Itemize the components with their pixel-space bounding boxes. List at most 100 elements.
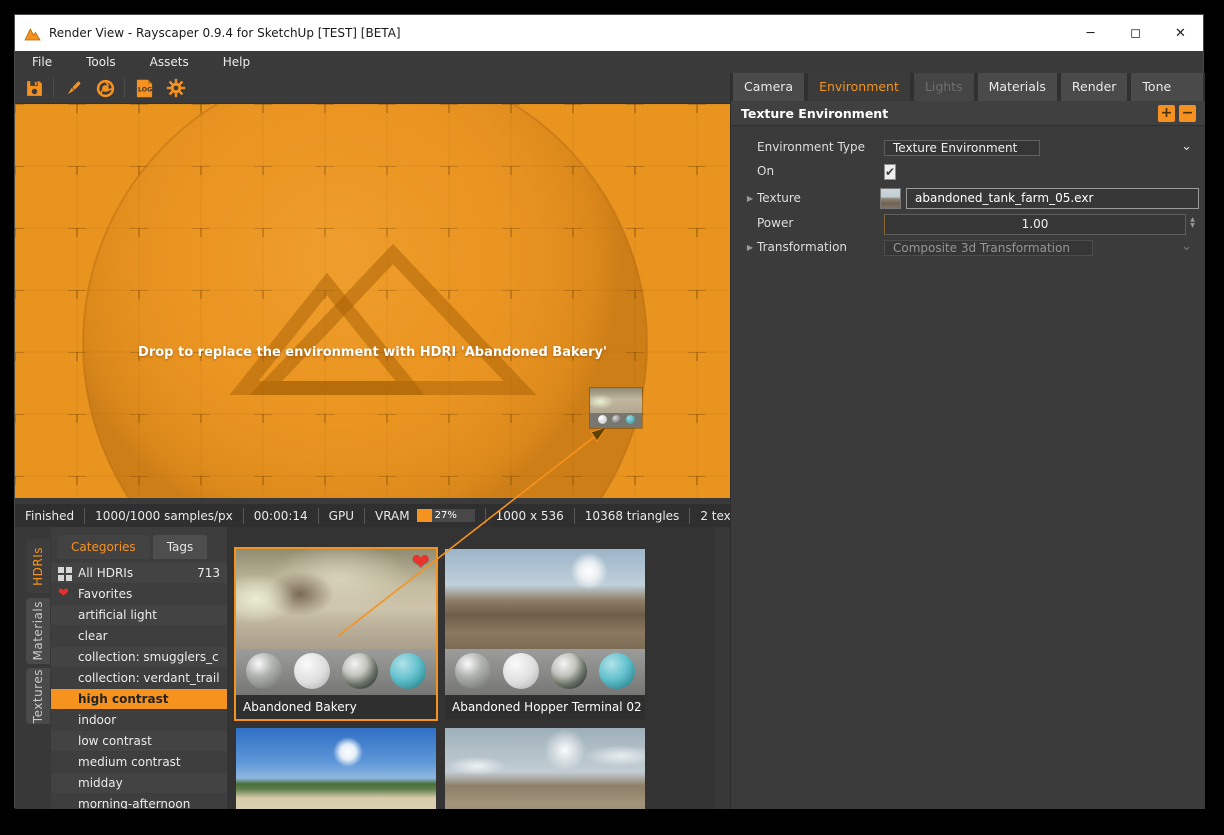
gear-icon (166, 78, 186, 98)
knife-icon (64, 79, 83, 98)
transformation-dropdown[interactable]: Composite 3d Transformation ⌄ (884, 240, 1093, 256)
toolbar-separator (124, 78, 125, 98)
menu-help[interactable]: Help (206, 51, 267, 73)
power-label: Power (757, 216, 875, 230)
title-bar: Render View - Rayscaper 0.9.4 for Sketch… (15, 15, 1203, 51)
properties-panel: Camera Environment Lights Materials Rend… (730, 73, 1205, 809)
svg-text:LOG: LOG (137, 86, 151, 93)
minimize-button[interactable]: ─ (1068, 15, 1113, 51)
close-button[interactable]: ✕ (1158, 15, 1203, 51)
on-label: On (757, 164, 875, 178)
environment-type-label: Environment Type (757, 140, 875, 154)
chevron-down-icon: ⌄ (1181, 237, 1192, 256)
tab-tags[interactable]: Tags (153, 535, 208, 559)
environment-type-dropdown[interactable]: Texture Environment ⌄ (884, 140, 1040, 156)
window-title: Render View - Rayscaper 0.9.4 for Sketch… (49, 26, 401, 40)
category-panel: Categories Tags All HDRIs 713 ❤ Favorite… (51, 527, 227, 809)
category-item[interactable]: collection: smugglers_c (51, 647, 227, 667)
category-item[interactable]: medium contrast (51, 752, 227, 772)
hdri-card-abandoned-bakery[interactable]: Abandoned Bakery ❤ (236, 549, 436, 719)
render-viewport[interactable]: Drop to replace the environment with HDR… (15, 104, 730, 498)
expand-arrow-icon[interactable]: ▶ (731, 194, 757, 203)
hdri-pano-preview (445, 549, 645, 649)
toolbar-separator (53, 78, 54, 98)
hdri-card-label: Abandoned Bakery (236, 695, 436, 719)
menu-bar: File Tools Assets Help (15, 51, 1203, 73)
menu-assets[interactable]: Assets (133, 51, 206, 73)
settings-button[interactable] (163, 76, 189, 100)
category-item[interactable]: collection: verdant_trail (51, 668, 227, 688)
rendered-sphere (83, 104, 647, 498)
tab-tone-map[interactable]: Tone Map (1131, 73, 1203, 101)
hdri-card[interactable] (445, 728, 645, 809)
category-item[interactable]: morning-afternoon (51, 794, 227, 809)
tab-environment[interactable]: Environment (808, 73, 910, 101)
status-resolution: 1000 x 536 (486, 508, 575, 524)
category-item[interactable]: clear (51, 626, 227, 646)
hdri-pano-preview (236, 549, 436, 649)
category-item[interactable]: low contrast (51, 731, 227, 751)
tab-render[interactable]: Render (1061, 73, 1128, 101)
hdri-card-label: Abandoned Hopper Terminal 02 (445, 695, 645, 719)
category-item-selected[interactable]: high contrast (51, 689, 227, 709)
on-checkbox[interactable]: ✔ (884, 164, 896, 180)
vram-progress-fill (417, 509, 433, 522)
maximize-button[interactable]: ◻ (1113, 15, 1158, 51)
hdri-card-abandoned-hopper-terminal[interactable]: Abandoned Hopper Terminal 02 (445, 549, 645, 719)
tab-categories[interactable]: Categories (57, 535, 150, 559)
section-header: Texture Environment + − (731, 101, 1205, 126)
panel-tab-bar: Camera Environment Lights Materials Rend… (731, 73, 1205, 101)
pick-tool-button[interactable] (60, 76, 86, 100)
save-icon (25, 79, 44, 98)
app-window: Render View - Rayscaper 0.9.4 for Sketch… (14, 14, 1204, 808)
section-title: Texture Environment (741, 106, 888, 121)
hdri-card[interactable] (236, 728, 436, 809)
status-samples: 1000/1000 samples/px (85, 508, 244, 524)
status-time: 00:00:14 (244, 508, 319, 524)
texture-label: Texture (757, 191, 875, 205)
status-bar: Finished 1000/1000 samples/px 00:00:14 G… (15, 498, 730, 527)
render-camera-button[interactable] (92, 76, 118, 100)
menu-file[interactable]: File (15, 51, 69, 73)
spinner-arrows[interactable]: ▲▼ (1186, 213, 1199, 234)
favorite-heart-icon: ❤ (412, 552, 430, 574)
tab-camera[interactable]: Camera (733, 73, 804, 101)
material-spheres (236, 649, 436, 695)
category-item[interactable]: indoor (51, 710, 227, 730)
category-list: All HDRIs 713 ❤ Favorites artificial lig… (51, 563, 227, 809)
render-canvas (15, 104, 730, 498)
category-favorites[interactable]: ❤ Favorites (51, 584, 227, 604)
drop-message: Drop to replace the environment with HDR… (15, 345, 730, 360)
hdri-pano-preview (445, 728, 645, 809)
menu-tools[interactable]: Tools (69, 51, 133, 73)
log-file-icon: LOG (134, 78, 155, 99)
category-item[interactable]: artificial light (51, 605, 227, 625)
category-item[interactable]: midday (51, 773, 227, 793)
vram-percent: 27% (435, 509, 457, 522)
expand-arrow-icon[interactable]: ▶ (731, 243, 757, 252)
transformation-label: Transformation (757, 240, 875, 254)
grid-icon (58, 566, 72, 580)
vram-label: VRAM (375, 508, 410, 524)
tab-lights[interactable]: Lights (914, 73, 974, 101)
status-triangles: 10368 triangles (575, 508, 691, 524)
texture-filename-field[interactable]: abandoned_tank_farm_05.exr (906, 188, 1199, 209)
power-input[interactable]: 1.00 (884, 214, 1186, 235)
side-tab-hdris[interactable]: HDRIs (26, 539, 50, 593)
category-all-hdris[interactable]: All HDRIs 713 (51, 563, 227, 583)
add-environment-button[interactable]: + (1158, 105, 1175, 122)
aperture-icon (96, 79, 115, 98)
remove-environment-button[interactable]: − (1179, 105, 1196, 122)
rayscaper-logo-icon (24, 26, 41, 41)
save-button[interactable] (21, 76, 47, 100)
vram-progress-bar: 27% (417, 509, 475, 522)
side-tab-materials[interactable]: Materials (26, 598, 50, 664)
status-vram: VRAM 27% (365, 508, 486, 524)
asset-browser: HDRIs Materials Textures Categories Tags… (15, 527, 730, 809)
side-tab-textures[interactable]: Textures (26, 668, 50, 724)
texture-thumbnail[interactable] (880, 188, 901, 209)
toolbar: LOG (15, 73, 730, 104)
status-state: Finished (15, 508, 85, 524)
tab-materials[interactable]: Materials (978, 73, 1057, 101)
log-button[interactable]: LOG (131, 76, 157, 100)
